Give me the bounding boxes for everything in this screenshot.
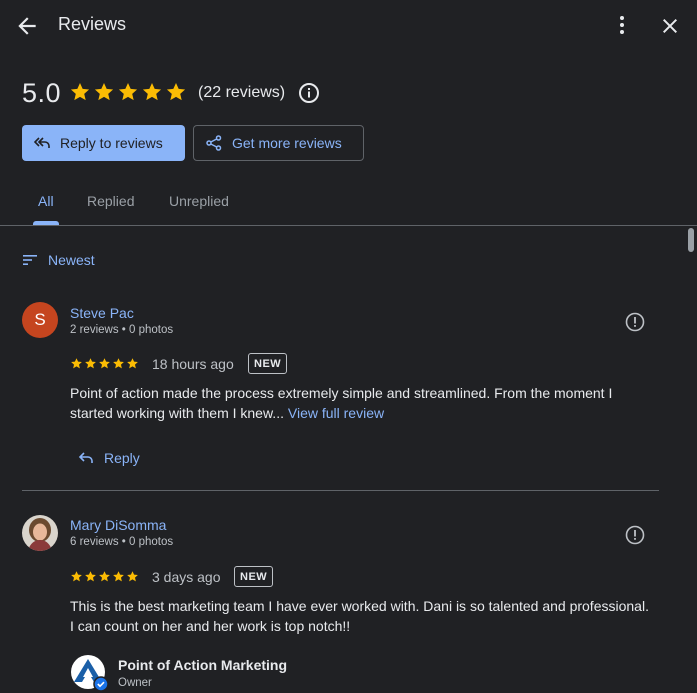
star-icon <box>98 357 111 370</box>
star-icon <box>112 357 125 370</box>
reviewer-meta: 6 reviews • 0 photos <box>70 536 174 548</box>
reviewer-name[interactable]: Mary DiSomma <box>70 517 166 533</box>
review-time: 3 days ago <box>152 569 221 585</box>
star-icon <box>70 570 83 583</box>
star-icon <box>98 570 111 583</box>
page-title: Reviews <box>58 14 127 34</box>
reviewer-name[interactable]: Steve Pac <box>70 305 134 321</box>
review-count: (22 reviews) <box>198 84 286 101</box>
tab-replied[interactable]: Replied <box>87 193 134 209</box>
rating-stars <box>69 81 187 103</box>
report-review-button[interactable] <box>624 524 646 546</box>
reply-all-icon <box>34 137 50 148</box>
star-icon <box>84 570 97 583</box>
star-icon <box>70 357 83 370</box>
star-icon <box>69 81 91 103</box>
share-icon <box>206 135 222 151</box>
profile-photo <box>22 515 58 551</box>
new-badge: NEW <box>248 353 288 374</box>
view-full-review-link[interactable]: View full review <box>288 405 384 421</box>
info-button[interactable] <box>298 82 320 104</box>
star-icon <box>141 81 163 103</box>
scrollbar-track[interactable] <box>684 226 697 693</box>
get-more-reviews-button[interactable]: Get more reviews <box>193 125 364 161</box>
sort-button[interactable] <box>22 252 38 268</box>
more-vert-icon <box>620 16 624 34</box>
close-button[interactable] <box>658 13 682 39</box>
get-more-reviews-label: Get more reviews <box>232 135 342 151</box>
scrollbar-thumb[interactable] <box>688 228 694 252</box>
star-icon <box>93 81 115 103</box>
reply-to-reviews-label: Reply to reviews <box>60 135 163 151</box>
owner-logo <box>70 654 108 692</box>
review-stars <box>70 570 139 583</box>
reply-icon <box>78 452 93 463</box>
reply-label: Reply <box>104 450 140 466</box>
more-options-button[interactable] <box>611 13 633 39</box>
star-icon <box>165 81 187 103</box>
avatar: S <box>22 302 58 338</box>
review-text: This is the best marketing team I have e… <box>70 598 649 634</box>
arrow-back-icon <box>18 17 36 35</box>
star-icon <box>84 357 97 370</box>
reply-button[interactable]: Reply <box>78 450 140 466</box>
avatar <box>22 515 58 551</box>
report-review-button[interactable] <box>624 311 646 333</box>
new-badge: NEW <box>234 566 274 587</box>
star-icon <box>112 570 125 583</box>
tab-unreplied[interactable]: Unreplied <box>169 193 229 209</box>
tab-all[interactable]: All <box>38 193 54 209</box>
star-icon <box>126 357 139 370</box>
sort-label[interactable]: Newest <box>48 252 95 268</box>
tabs-divider <box>0 225 697 226</box>
star-icon <box>126 570 139 583</box>
close-icon <box>663 19 677 33</box>
sort-icon <box>23 255 37 265</box>
report-icon <box>625 525 645 545</box>
star-icon <box>117 81 139 103</box>
average-rating: 5.0 <box>22 78 62 108</box>
reviewer-meta: 2 reviews • 0 photos <box>70 324 174 336</box>
report-icon <box>625 312 645 332</box>
review-time: 18 hours ago <box>152 356 234 372</box>
review-stars <box>70 357 139 370</box>
review-text: Point of action made the process extreme… <box>70 383 650 423</box>
owner-role: Owner <box>118 677 152 689</box>
review-divider <box>22 490 659 491</box>
info-icon <box>299 83 319 103</box>
reply-to-reviews-button[interactable]: Reply to reviews <box>22 125 185 161</box>
owner-name: Point of Action Marketing <box>118 657 288 673</box>
business-logo-icon <box>71 655 108 692</box>
back-button[interactable] <box>14 13 40 39</box>
